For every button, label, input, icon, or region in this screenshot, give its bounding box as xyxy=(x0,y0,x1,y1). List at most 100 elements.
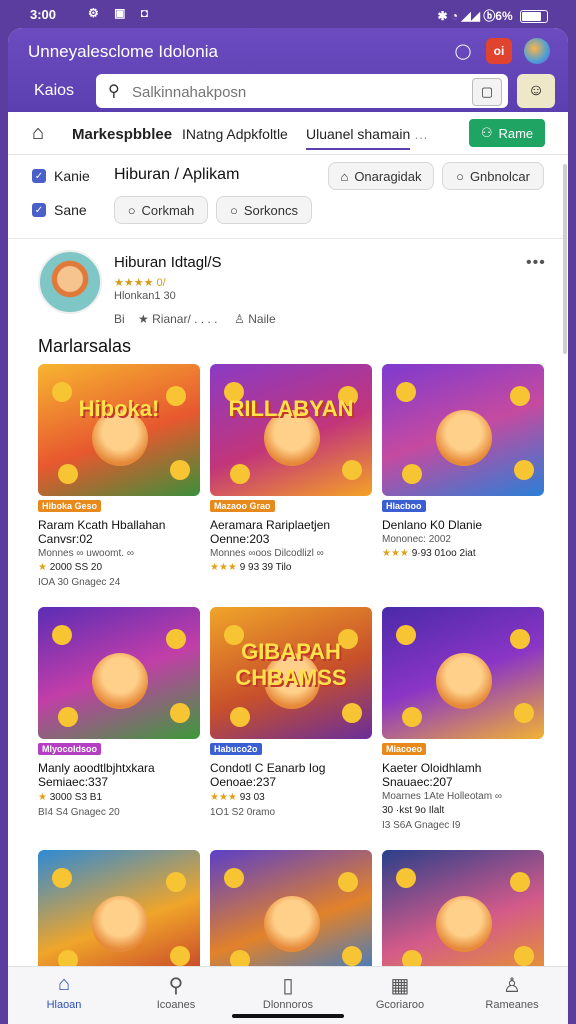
app-card[interactable] xyxy=(382,850,544,982)
home-icon: ⌂ xyxy=(57,973,71,995)
coin-art xyxy=(514,946,534,966)
emoji-icon[interactable]: ☺ xyxy=(517,74,555,108)
filter-chip[interactable]: ○ Sorkoncs xyxy=(216,196,312,224)
status-right-icons: ✱ ◔ ◢◢ ⓑ6% xyxy=(438,7,548,24)
account-button[interactable]: ⚇ Rame xyxy=(469,119,545,147)
app-rating-value: 93 03 xyxy=(239,792,265,803)
coin-art xyxy=(510,872,530,892)
app-title: Denlano K0 Dlanie xyxy=(382,518,483,532)
filter-chip[interactable]: ○ Gnbnolcar xyxy=(442,162,544,190)
notification-badge[interactable]: oi xyxy=(486,38,512,64)
user-avatar[interactable] xyxy=(524,38,550,64)
tab-entertainment[interactable]: Uluanel shamain xyxy=(306,126,411,150)
nav-item-downloads[interactable]: ▯ Dlonnoros xyxy=(232,973,344,1011)
app-subtitle: Mononec: 2002 xyxy=(382,534,451,545)
app-card[interactable]: Hlacboo Denlano K0 Dlanie Mononec: 2002 ★★★… xyxy=(382,364,544,559)
app-card[interactable]: Miacoeo Kaeter Oloidhlamh Snauaec:207 Moar… xyxy=(382,607,544,831)
app-card[interactable]: Mlyocoldsoo Manly aoodtlbjhtxkara Semiaec… xyxy=(38,607,200,818)
app-card[interactable]: RILLABYAN Mazaoo Grao Aeramara Rariplaetje… xyxy=(210,364,372,573)
app-thumbnail: RILLABYAN xyxy=(210,364,372,496)
coin-art xyxy=(52,868,72,888)
character-art xyxy=(92,896,148,952)
house-outline-icon[interactable]: ⌂ xyxy=(32,122,44,145)
app-rating: ★ 2000 SS 20 xyxy=(38,562,200,573)
star-icon: ★ xyxy=(38,562,47,573)
app-tag: Mazaoo Grao xyxy=(210,500,275,512)
app-thumbnail xyxy=(382,607,544,739)
app-art-title: GIBAPAH CHBAMSS xyxy=(235,639,347,690)
app-thumbnail xyxy=(38,607,200,739)
coin-art xyxy=(510,386,530,406)
search-icon: ⚲ xyxy=(108,83,120,100)
coin-art xyxy=(58,707,78,727)
coin-art xyxy=(170,460,190,480)
star-icon: ★★★ xyxy=(210,562,237,573)
search-box[interactable]: ⚲ ▢ xyxy=(96,74,508,108)
app-title: Raram Kcath Hballahan Canvsr:02 xyxy=(38,518,166,546)
character-art xyxy=(92,653,148,709)
nav-item-categories[interactable]: ▦ Gcoriaroo xyxy=(344,973,456,1011)
section-title: Marlarsalas xyxy=(38,336,132,356)
coin-art xyxy=(510,629,530,649)
publisher-meta-c: Naile xyxy=(248,312,276,326)
app-card[interactable] xyxy=(38,850,200,982)
chat-icon[interactable]: ◯ xyxy=(450,38,476,64)
app-title: Aeramara Rariplaetjen Oenne:203 xyxy=(210,518,331,546)
circle-icon: ○ xyxy=(456,168,464,184)
coin-art xyxy=(338,872,358,892)
filter-checkbox-label: Sane xyxy=(54,202,87,218)
app-rating: ★★★ 9·93 01oo 2iat xyxy=(382,548,544,559)
app-tag: Hlacboo xyxy=(382,500,426,512)
app-rating-value: 9·93 01oo 2iat xyxy=(411,548,476,559)
app-subtitle: Monnes ∞ uwoomt. ∞ xyxy=(38,548,134,559)
filter-chip-label: Sorkoncs xyxy=(243,202,299,218)
app-rating-value: 9 93 39 Tilo xyxy=(239,562,292,573)
filter-chip[interactable]: ○ Corkmah xyxy=(114,196,208,224)
circle-icon: ○ xyxy=(127,202,136,218)
app-card[interactable]: Hiboka! Hiboka Geso Raram Kcath Hballahan … xyxy=(38,364,200,588)
publisher-card[interactable]: Hiburan Idtagl/S ★★★★ 0/ Hlonkan1 30 Bi … xyxy=(8,240,568,336)
battery-icon xyxy=(520,10,548,24)
app-title: Condotl C Eanarb Iog Oenoae:237 xyxy=(210,761,326,789)
app-card[interactable]: GIBAPAH CHBAMSS Habuco2o Condotl C Eanarb … xyxy=(210,607,372,818)
app-header: Unneyalesclome Idolonia ◯ oi Kaios ⚲ ▢ ☺ xyxy=(8,28,568,112)
tab-market[interactable]: Markespbblee xyxy=(72,126,172,143)
filter-chip[interactable]: ⌂ Onaragidak xyxy=(328,162,434,190)
app-thumbnail: GIBAPAH CHBAMSS xyxy=(210,607,372,739)
app-title: Unneyalesclome Idolonia xyxy=(28,42,218,61)
account-button-label: Rame xyxy=(498,125,534,141)
filter-checkbox-2[interactable]: ✓ Sane xyxy=(32,202,87,218)
scan-icon[interactable]: ▢ xyxy=(472,78,502,106)
app-rating-value: 2000 SS 20 xyxy=(49,562,103,573)
checkbox-icon: ✓ xyxy=(32,203,46,217)
app-title: Kaeter Oloidhlamh Snauaec:207 xyxy=(382,761,482,789)
home-indicator xyxy=(232,1014,344,1018)
app-rating-value: 3000 S3 B1 xyxy=(49,792,103,803)
app-card[interactable] xyxy=(210,850,372,982)
coin-art xyxy=(396,868,416,888)
search-icon: ⚲ xyxy=(168,975,184,997)
coin-art xyxy=(402,707,422,727)
character-art xyxy=(436,896,492,952)
nav-item-home[interactable]: ⌂ Hlaoan xyxy=(8,973,120,1011)
app-art-title: Hiboka! xyxy=(78,396,160,421)
coin-art xyxy=(514,703,534,723)
app-subtitle: Moarnes 1Ate Holleotam ∞ xyxy=(382,791,502,802)
more-options-icon[interactable]: ••• xyxy=(526,254,546,272)
coin-art xyxy=(396,625,416,645)
app-rating: ★ 3000 S3 B1 xyxy=(38,792,200,803)
status-right-text: ✱ ◔ ◢◢ ⓑ6% xyxy=(437,9,513,23)
app-tag: Miacoeo xyxy=(382,743,427,755)
location-label[interactable]: Kaios xyxy=(34,82,74,100)
app-tag: Habuco2o xyxy=(210,743,262,755)
tab-more[interactable]: … xyxy=(414,126,428,142)
nav-item-profile[interactable]: ♙ Rameanes xyxy=(456,973,568,1011)
circle-icon: ○ xyxy=(229,202,238,218)
nav-item-search[interactable]: ⚲ Icoanes xyxy=(120,973,232,1011)
publisher-rating: ★★★★ 0/ xyxy=(114,277,166,289)
filter-checkbox-1[interactable]: ✓ Kanie xyxy=(32,168,90,184)
coin-art xyxy=(224,868,244,888)
search-input[interactable] xyxy=(130,80,454,104)
tab-apps[interactable]: INatng Adpkfoltle xyxy=(182,126,288,142)
coin-art xyxy=(170,946,190,966)
